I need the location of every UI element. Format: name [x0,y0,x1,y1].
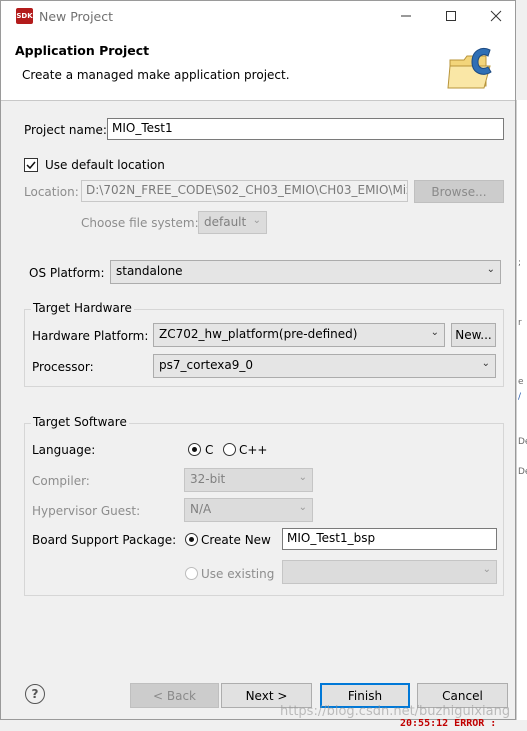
maximize-button[interactable] [431,4,471,28]
bsp-use-existing-radio[interactable] [185,567,198,580]
new-hardware-button[interactable]: New... [451,323,496,347]
language-c-radio[interactable] [188,443,201,456]
chevron-down-icon: ⌄ [252,215,261,226]
chevron-down-icon: ⌄ [482,564,491,575]
compiler-label: Compiler: [32,474,90,488]
file-system-label: Choose file system: [81,216,199,230]
language-c-label: C [205,443,214,457]
compiler-select[interactable]: 32-bit ⌄ [184,468,313,492]
maximize-icon [446,11,456,21]
project-name-input[interactable]: MIO_Test1 [107,118,504,140]
close-button[interactable] [476,4,516,28]
location-input[interactable]: D:\702N_FREE_CODE\S02_CH03_EMIO\CH03_EMI… [81,180,408,202]
file-system-select[interactable]: default ⌄ [198,211,267,234]
file-system-value: default [204,215,247,229]
new-project-dialog: SDK New Project Application Project Crea… [0,0,516,720]
bsp-use-existing-label: Use existing [201,567,275,581]
processor-select[interactable]: ps7_cortexa9_0 ⌄ [153,354,496,378]
wizard-header: Application Project Create a managed mak… [1,32,515,101]
os-platform-value: standalone [116,264,183,278]
background-fragment: De [518,437,527,447]
chevron-down-icon: ⌄ [430,327,439,338]
background-fragment: e [518,377,524,387]
language-cpp-radio[interactable] [223,443,236,456]
os-platform-label: OS Platform: [29,266,105,280]
checkmark-icon [26,161,36,170]
background-fragment: ; [518,258,522,268]
target-hardware-title: Target Hardware [31,301,134,315]
chevron-down-icon: ⌄ [486,264,495,275]
chevron-down-icon: ⌄ [298,472,307,483]
background-fragment: / [518,392,522,402]
processor-value: ps7_cortexa9_0 [159,358,253,372]
project-name-label: Project name: [24,123,107,137]
window-title: New Project [39,9,114,24]
help-icon[interactable]: ? [25,684,45,704]
hardware-platform-label: Hardware Platform: [32,329,149,343]
bsp-existing-select[interactable]: ⌄ [282,560,497,584]
minimize-icon [401,15,411,17]
location-label: Location: [24,185,79,199]
processor-label: Processor: [32,360,94,374]
browse-button[interactable]: Browse... [414,180,504,203]
language-label: Language: [32,443,96,457]
language-cpp-label: C++ [239,443,268,457]
chevron-down-icon: ⌄ [481,358,490,369]
target-software-title: Target Software [31,415,129,429]
sdk-logo-icon: SDK [16,8,33,24]
hardware-platform-value: ZC702_hw_platform(pre-defined) [159,327,358,341]
bsp-create-new-radio[interactable] [185,533,198,546]
os-platform-select[interactable]: standalone ⌄ [110,260,501,284]
console-error-text: 20:55:12 ERROR : [400,718,497,729]
background-right-panel [516,100,527,720]
hypervisor-guest-value: N/A [190,502,212,516]
hypervisor-guest-select[interactable]: N/A ⌄ [184,498,313,522]
bsp-create-new-label: Create New [201,533,271,547]
page-title: Application Project [15,43,150,58]
use-default-location-label: Use default location [45,158,165,172]
chevron-down-icon: ⌄ [298,502,307,513]
page-description: Create a managed make application projec… [22,68,290,82]
title-bar[interactable]: SDK New Project [1,1,515,32]
use-default-location-checkbox[interactable] [24,158,38,172]
compiler-value: 32-bit [190,472,226,486]
hardware-platform-select[interactable]: ZC702_hw_platform(pre-defined) ⌄ [153,323,445,347]
watermark: https://blog.csdn.net/buzhiguixiang [280,704,511,719]
close-icon [490,10,502,22]
back-button[interactable]: < Back [130,683,219,708]
bsp-name-input[interactable]: MIO_Test1_bsp [282,528,497,550]
folder-c-project-icon [447,48,492,89]
background-fragment: De [518,467,527,477]
hypervisor-guest-label: Hypervisor Guest: [32,504,141,518]
minimize-button[interactable] [386,4,426,28]
background-fragment: r [518,318,522,328]
bsp-label: Board Support Package: [32,533,177,547]
